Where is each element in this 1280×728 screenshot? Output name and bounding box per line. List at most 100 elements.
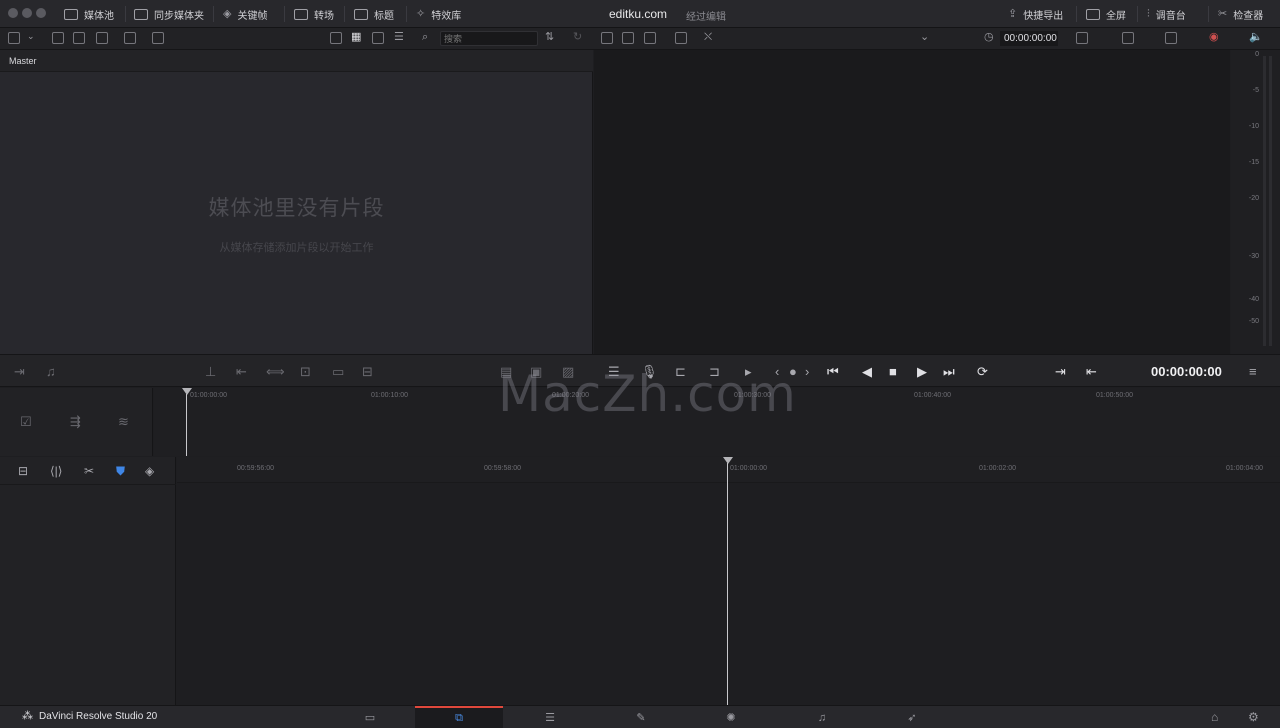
mark-out-icon[interactable]: ⇤ — [1086, 364, 1097, 380]
playhead-line[interactable] — [186, 394, 187, 456]
link-icon[interactable] — [152, 32, 164, 44]
quick-export-tab[interactable]: ⇪ 快捷导出 — [1008, 5, 1063, 23]
close-up-icon[interactable]: ⊡ — [300, 364, 311, 380]
tool-icon[interactable]: ⛌ — [704, 32, 712, 43]
source-viewer-icon[interactable] — [601, 32, 613, 44]
chevron-down-icon[interactable]: ⌄ — [27, 32, 35, 41]
inspector-tab[interactable]: ✂ 检查器 — [1218, 5, 1263, 23]
title-label: 标题 — [374, 10, 394, 22]
fit-icon[interactable]: ⊟ — [18, 464, 28, 478]
play-reverse-icon[interactable]: ◀ — [862, 364, 872, 380]
transition-tab[interactable]: 转场 — [294, 5, 334, 23]
viewer-panel[interactable] — [594, 50, 1230, 354]
import-folder-icon[interactable] — [73, 32, 85, 44]
metadata-view-icon[interactable] — [330, 32, 342, 44]
source-overwrite-icon[interactable]: ⊟ — [362, 364, 373, 380]
effects-tab[interactable]: ✧ 特效库 — [416, 5, 461, 23]
title-tab[interactable]: 标题 — [354, 5, 394, 23]
volume-icon[interactable]: 🔈 — [1249, 32, 1263, 43]
search-icon: ⌕ — [422, 31, 429, 43]
audio-meter: 0 -5 -10 -15 -20 -30 -40 -50 — [1231, 50, 1280, 354]
list-view-icon[interactable]: ☰ — [394, 32, 404, 43]
play-icon[interactable]: ▶ — [917, 364, 927, 380]
go-to-end-icon[interactable]: ⏭ — [943, 364, 955, 380]
append-icon[interactable]: ⇤ — [236, 364, 247, 380]
chevron-down-icon[interactable]: ⌄ — [920, 32, 929, 43]
lower-timeline[interactable]: 00:59:56:00 00:59:58:00 01:00:00:00 01:0… — [177, 457, 1280, 705]
viewer-timecode-field[interactable]: 00:00:00:00 — [1000, 31, 1058, 46]
thumbnail-view-icon[interactable]: ▦ — [351, 32, 361, 43]
fusion-page-icon[interactable]: ✎ — [597, 706, 685, 728]
snap-icon[interactable]: ⛊ — [116, 464, 125, 479]
home-icon[interactable]: ⌂ — [1211, 711, 1218, 723]
transition-icon — [294, 8, 308, 20]
mark-in-icon[interactable]: ⇥ — [1055, 364, 1066, 380]
cut-page-icon[interactable]: ⧉ — [415, 706, 503, 728]
panel-toggle-icon[interactable] — [8, 32, 20, 44]
meter-label: -50 — [1248, 318, 1259, 325]
color-page-icon[interactable]: ✺ — [687, 706, 775, 728]
cloud-icon[interactable] — [96, 32, 108, 44]
track-insert-icon[interactable]: ⇶ — [70, 414, 81, 430]
close-window-button[interactable] — [8, 8, 18, 18]
sort-icon[interactable]: ⇅ — [545, 32, 554, 43]
sync-icon[interactable] — [124, 32, 136, 44]
next-marker-icon[interactable]: › — [805, 364, 809, 379]
playhead-handle[interactable] — [182, 388, 192, 395]
edit-page-icon[interactable]: ☰ — [506, 706, 594, 728]
insert-clip-icon[interactable]: ⇥ — [14, 364, 25, 380]
sync-bin-tab[interactable]: 同步媒体夹 — [134, 5, 204, 23]
media-page-icon[interactable]: ▭ — [326, 706, 414, 728]
ripple-overwrite-icon[interactable]: ⟺ — [266, 364, 285, 380]
transition-label: 转场 — [314, 10, 334, 22]
export-icon: ⇪ — [1008, 7, 1018, 20]
keyframe-tab[interactable]: ◈ 关键帧 — [223, 5, 267, 23]
search-input[interactable] — [440, 31, 538, 46]
divider — [344, 6, 345, 22]
refresh-icon[interactable]: ↻ — [573, 32, 582, 43]
project-status: 经过编辑 — [686, 12, 726, 23]
track-audio-icon[interactable]: ≋ — [118, 414, 129, 430]
color-picker-icon[interactable]: ◉ — [1209, 32, 1219, 43]
zoom-fit-icon[interactable] — [1165, 32, 1177, 44]
zoom-window-button[interactable] — [36, 8, 46, 18]
playhead-line[interactable] — [727, 463, 728, 705]
go-to-start-icon[interactable]: ⏮ — [827, 364, 839, 380]
bin-label[interactable]: Master — [9, 56, 37, 66]
import-media-icon[interactable] — [52, 32, 64, 44]
mixer-icon: ⫶ — [1147, 7, 1150, 20]
track-select-icon[interactable]: ☑ — [20, 414, 32, 430]
display-mode-icon[interactable] — [1122, 32, 1134, 44]
place-on-top-icon[interactable]: ▭ — [332, 364, 344, 380]
playhead-handle[interactable] — [723, 457, 733, 464]
meter-track-left — [1263, 56, 1266, 346]
audio-scrub-icon[interactable]: ◈ — [145, 464, 154, 478]
fairlight-page-icon[interactable]: ♫ — [778, 706, 866, 728]
timeline-viewer-icon[interactable] — [622, 32, 634, 44]
strip-view-icon[interactable] — [372, 32, 384, 44]
lower-timeline-header — [0, 457, 176, 705]
deliver-page-icon[interactable]: ➶ — [868, 706, 956, 728]
minimize-window-button[interactable] — [22, 8, 32, 18]
media-pool-tab[interactable]: 媒体池 — [64, 5, 114, 23]
safe-area-icon[interactable] — [1076, 32, 1088, 44]
meter-track-right — [1269, 56, 1272, 346]
razor-icon[interactable]: ✂ — [84, 464, 94, 478]
loop-icon[interactable]: ⟳ — [977, 364, 988, 380]
stop-icon[interactable]: ■ — [889, 364, 897, 379]
fullscreen-tab[interactable]: 全屏 — [1086, 5, 1126, 23]
trim-icon[interactable]: ⟨|⟩ — [50, 464, 62, 478]
clip-viewer-icon[interactable] — [644, 32, 656, 44]
smart-insert-icon[interactable]: ⊥ — [205, 364, 216, 380]
append-audio-icon[interactable]: ♫ — [46, 364, 56, 379]
viewer-timecode[interactable]: 00:00:00:00 — [1151, 364, 1222, 379]
mixer-tab[interactable]: ⫶ 调音台 — [1147, 5, 1186, 23]
inspector-label: 检查器 — [1233, 10, 1264, 22]
layout-icon[interactable] — [675, 32, 687, 44]
davinci-logo-icon: ⁂ — [22, 710, 33, 722]
menu-icon[interactable]: ≡ — [1249, 364, 1257, 379]
settings-gear-icon[interactable]: ⚙ — [1248, 711, 1259, 723]
ruler-tick: 01:00:00:00 — [190, 392, 227, 399]
media-pool-panel[interactable]: Master 媒体池里没有片段 从媒体存储添加片段以开始工作 — [0, 50, 593, 354]
divider — [213, 6, 214, 22]
